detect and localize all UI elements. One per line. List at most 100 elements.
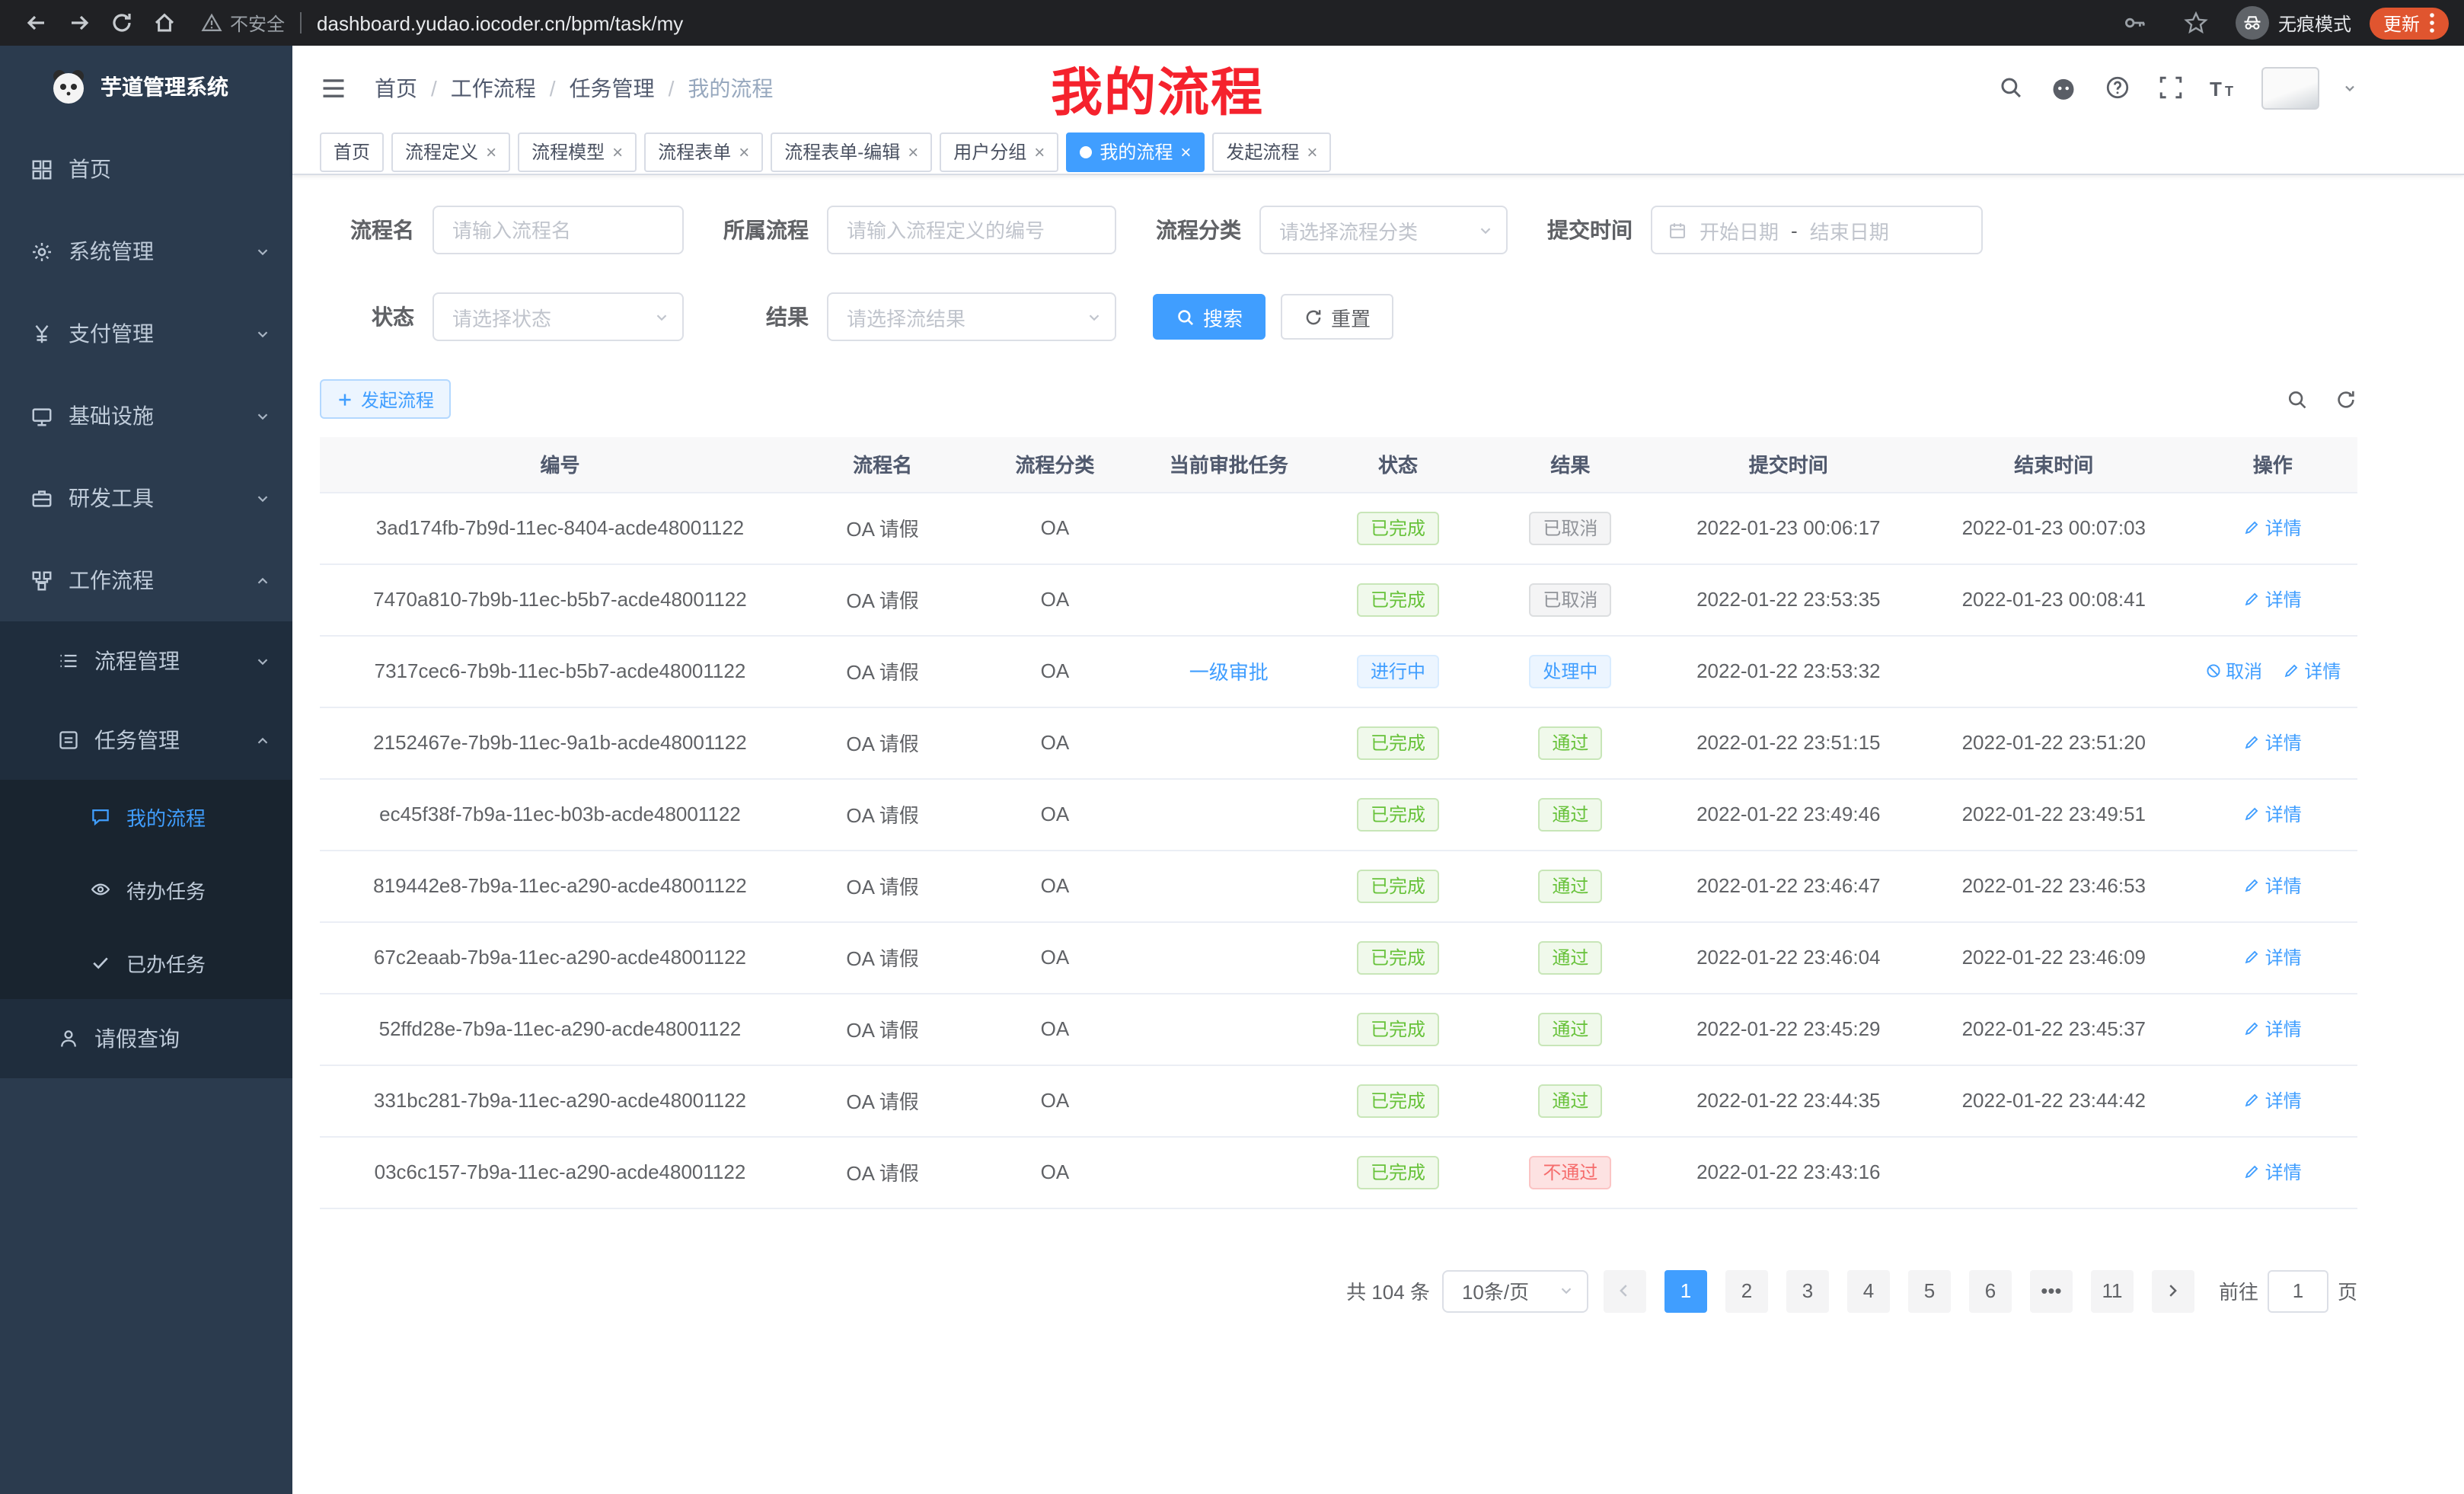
help-icon[interactable] bbox=[2102, 72, 2132, 103]
detail-link[interactable]: 详情 bbox=[2244, 586, 2302, 612]
security-label: 不安全 bbox=[230, 10, 285, 36]
sidebar-item-label: 我的流程 bbox=[126, 802, 206, 831]
search-icon[interactable] bbox=[1995, 72, 2025, 103]
refresh-table-icon[interactable] bbox=[2333, 387, 2357, 411]
sidebar-item-leave-query[interactable]: 请假查询 bbox=[0, 999, 292, 1078]
forward-icon[interactable] bbox=[58, 5, 101, 41]
detail-link[interactable]: 详情 bbox=[2244, 1087, 2302, 1113]
github-icon[interactable] bbox=[2048, 72, 2079, 103]
show-search-icon[interactable] bbox=[2284, 387, 2309, 411]
tab-process-form-edit[interactable]: 流程表单-编辑× bbox=[771, 132, 932, 171]
chevron-right-icon bbox=[2165, 1282, 2182, 1299]
next-page-button[interactable] bbox=[2152, 1269, 2194, 1312]
start-process-button[interactable]: 发起流程 bbox=[320, 379, 451, 419]
tab-home[interactable]: 首页 bbox=[320, 132, 384, 171]
tab-process-definition[interactable]: 流程定义× bbox=[391, 132, 510, 171]
process-category-label: 流程分类 bbox=[1153, 215, 1259, 245]
current-task-link[interactable]: 一级审批 bbox=[1189, 656, 1269, 685]
avatar-chevron-down-icon[interactable] bbox=[2342, 80, 2357, 95]
sidebar-item-my-process[interactable]: 我的流程 bbox=[0, 780, 292, 853]
page-button-5[interactable]: 5 bbox=[1908, 1269, 1951, 1312]
page-size-select[interactable]: 10条/页 bbox=[1442, 1269, 1588, 1312]
jump-page-input[interactable] bbox=[2268, 1269, 2328, 1312]
close-tab-icon[interactable]: × bbox=[486, 142, 496, 161]
search-button[interactable]: 搜索 bbox=[1153, 294, 1266, 340]
close-tab-icon[interactable]: × bbox=[908, 142, 918, 161]
sidebar-item-todo-tasks[interactable]: 待办任务 bbox=[0, 853, 292, 926]
status-select[interactable]: 请选择状态 bbox=[432, 292, 684, 341]
close-tab-icon[interactable]: × bbox=[612, 142, 623, 161]
page-button-4[interactable]: 4 bbox=[1847, 1269, 1890, 1312]
process-definition-input[interactable] bbox=[827, 206, 1116, 254]
sidebar-item-infrastructure[interactable]: 基础设施 bbox=[0, 375, 292, 457]
date-range-picker[interactable]: 开始日期 - 结束日期 bbox=[1651, 206, 1983, 254]
detail-link[interactable]: 详情 bbox=[2283, 658, 2341, 684]
user-avatar[interactable] bbox=[2261, 66, 2319, 109]
cell-current-task bbox=[1145, 707, 1313, 778]
detail-link[interactable]: 详情 bbox=[2244, 729, 2302, 755]
detail-link[interactable]: 详情 bbox=[2244, 944, 2302, 970]
incognito-badge[interactable]: 无痕模式 bbox=[2236, 6, 2351, 40]
collapse-sidebar-icon[interactable] bbox=[314, 68, 353, 107]
page-ellipsis[interactable]: ••• bbox=[2030, 1269, 2073, 1312]
detail-link[interactable]: 详情 bbox=[2244, 515, 2302, 541]
close-tab-icon[interactable]: × bbox=[739, 142, 749, 161]
breadcrumb-separator: / bbox=[431, 75, 437, 100]
process-table: 编号 流程名 流程分类 当前审批任务 状态 结果 提交时间 结束时间 操作 bbox=[320, 437, 2357, 1208]
detail-link[interactable]: 详情 bbox=[2244, 1016, 2302, 1042]
process-name-input[interactable] bbox=[432, 206, 684, 254]
cell-current-task bbox=[1145, 778, 1313, 850]
sidebar-item-devtools[interactable]: 研发工具 bbox=[0, 457, 292, 539]
bookmark-star-icon[interactable] bbox=[2175, 5, 2217, 41]
close-tab-icon[interactable]: × bbox=[1034, 142, 1045, 161]
tab-user-group[interactable]: 用户分组× bbox=[940, 132, 1058, 171]
result-select[interactable]: 请选择流结果 bbox=[827, 292, 1116, 341]
sidebar-item-done-tasks[interactable]: 已办任务 bbox=[0, 926, 292, 999]
sidebar-item-payment[interactable]: 支付管理 bbox=[0, 292, 292, 375]
reset-button[interactable]: 重置 bbox=[1281, 294, 1393, 340]
tab-process-form[interactable]: 流程表单× bbox=[644, 132, 763, 171]
detail-link[interactable]: 详情 bbox=[2244, 1159, 2302, 1185]
tab-start-process[interactable]: 发起流程× bbox=[1212, 132, 1331, 171]
page-button-1[interactable]: 1 bbox=[1664, 1269, 1707, 1312]
prev-page-button[interactable] bbox=[1604, 1269, 1646, 1312]
process-category-select[interactable]: 请选择流程分类 bbox=[1259, 206, 1508, 254]
cell-name: OA 请假 bbox=[800, 850, 965, 921]
font-size-icon[interactable]: TT bbox=[2208, 72, 2239, 103]
close-tab-icon[interactable]: × bbox=[1307, 142, 1317, 161]
tab-my-process[interactable]: 我的流程× bbox=[1066, 132, 1205, 171]
breadcrumb-item[interactable]: 工作流程 bbox=[451, 72, 536, 103]
sidebar-item-system[interactable]: 系统管理 bbox=[0, 210, 292, 292]
status-badge: 已完成 bbox=[1357, 869, 1439, 902]
cell-name: OA 请假 bbox=[800, 707, 965, 778]
reload-icon[interactable] bbox=[101, 5, 143, 41]
cancel-link[interactable]: 取消 bbox=[2204, 658, 2262, 684]
security-indicator[interactable]: 不安全 bbox=[201, 10, 285, 36]
detail-link[interactable]: 详情 bbox=[2244, 873, 2302, 899]
cell-submit-time: 2022-01-22 23:49:46 bbox=[1658, 778, 1920, 850]
annotation-title: 我的流程 bbox=[1051, 50, 1264, 125]
page-content: 流程名 所属流程 流程分类 请选择流程分类 提交时间 开始日期 - 结束日期 bbox=[292, 175, 2464, 1494]
sidebar-item-workflow[interactable]: 工作流程 bbox=[0, 539, 292, 621]
back-icon[interactable] bbox=[15, 5, 58, 41]
sidebar-item-home[interactable]: 首页 bbox=[0, 128, 292, 210]
page-button-2[interactable]: 2 bbox=[1725, 1269, 1768, 1312]
detail-link[interactable]: 详情 bbox=[2244, 801, 2302, 827]
home-icon[interactable] bbox=[143, 5, 186, 41]
key-icon[interactable] bbox=[2114, 5, 2156, 41]
cell-category: OA bbox=[965, 1136, 1144, 1208]
address-bar[interactable]: dashboard.yudao.iocoder.cn/bpm/task/my bbox=[317, 11, 683, 34]
table-row: 2152467e-7b9b-11ec-9a1b-acde48001122 OA … bbox=[320, 707, 2357, 778]
page-button-3[interactable]: 3 bbox=[1786, 1269, 1829, 1312]
tab-process-model[interactable]: 流程模型× bbox=[518, 132, 637, 171]
page-button-6[interactable]: 6 bbox=[1969, 1269, 2012, 1312]
sidebar-item-process-management[interactable]: 流程管理 bbox=[0, 621, 292, 701]
breadcrumb-item[interactable]: 任务管理 bbox=[570, 72, 655, 103]
update-button[interactable]: 更新 bbox=[2370, 7, 2449, 39]
breadcrumb-item[interactable]: 首页 bbox=[375, 72, 417, 103]
fullscreen-icon[interactable] bbox=[2155, 72, 2185, 103]
page-button-11[interactable]: 11 bbox=[2091, 1269, 2134, 1312]
table-row: ec45f38f-7b9a-11ec-b03b-acde48001122 OA … bbox=[320, 778, 2357, 850]
close-tab-icon[interactable]: × bbox=[1180, 142, 1191, 161]
sidebar-item-task-management[interactable]: 任务管理 bbox=[0, 701, 292, 780]
